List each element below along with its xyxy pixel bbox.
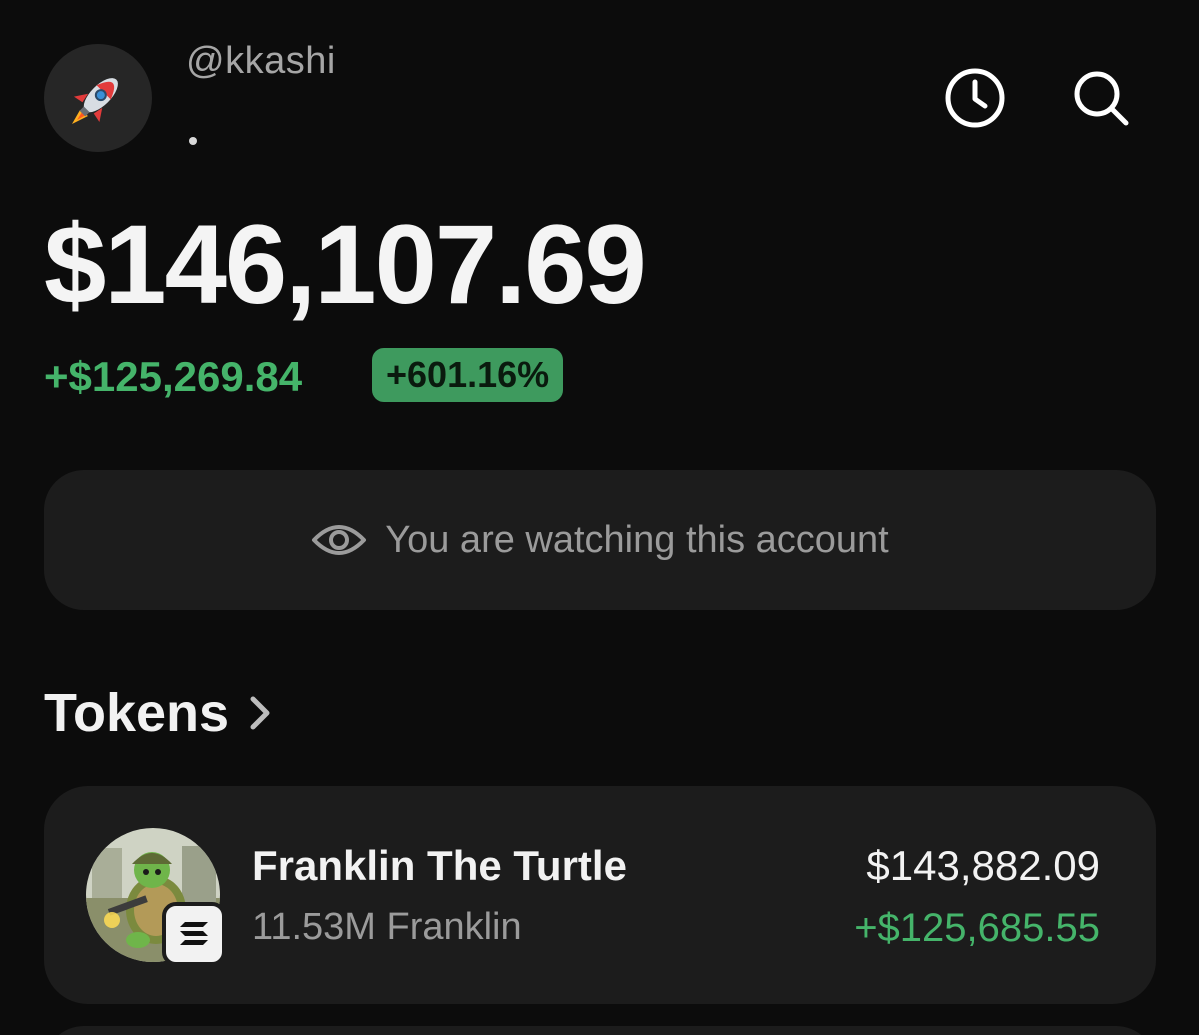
rocket-icon <box>72 78 118 124</box>
next-card-peek <box>44 1026 1156 1035</box>
status-dot <box>189 137 197 145</box>
solana-icon <box>180 922 208 945</box>
account-handle: @kkashi <box>186 40 336 82</box>
token-value: $143,882.09 <box>866 842 1100 889</box>
tokens-section-header[interactable]: Tokens <box>44 682 273 744</box>
portfolio-change-percent-badge: +601.16% <box>372 348 564 402</box>
search-button[interactable] <box>1069 66 1133 130</box>
eye-icon <box>312 525 367 555</box>
portfolio-change-amount: +$125,269.84 <box>44 353 303 400</box>
tokens-title: Tokens <box>44 683 230 743</box>
clock-icon <box>945 68 1005 128</box>
chain-badge <box>162 902 226 966</box>
wallet-screen: @kkashi $146,107.69 +$125,269.84 +601.16… <box>0 0 1199 1035</box>
profile-avatar[interactable] <box>44 44 152 152</box>
token-row[interactable]: Franklin The Turtle 11.53M Franklin $143… <box>44 786 1156 1004</box>
portfolio-balance: $146,107.69 <box>44 202 647 327</box>
chevron-right-icon <box>250 696 270 730</box>
token-name: Franklin The Turtle <box>252 842 627 889</box>
watch-banner-text: You are watching this account <box>385 518 889 561</box>
watch-banner: You are watching this account <box>44 470 1156 610</box>
token-amount: 11.53M Franklin <box>252 906 522 948</box>
search-icon <box>1074 71 1129 126</box>
history-button[interactable] <box>943 66 1007 130</box>
token-pnl: +$125,685.55 <box>854 906 1100 950</box>
